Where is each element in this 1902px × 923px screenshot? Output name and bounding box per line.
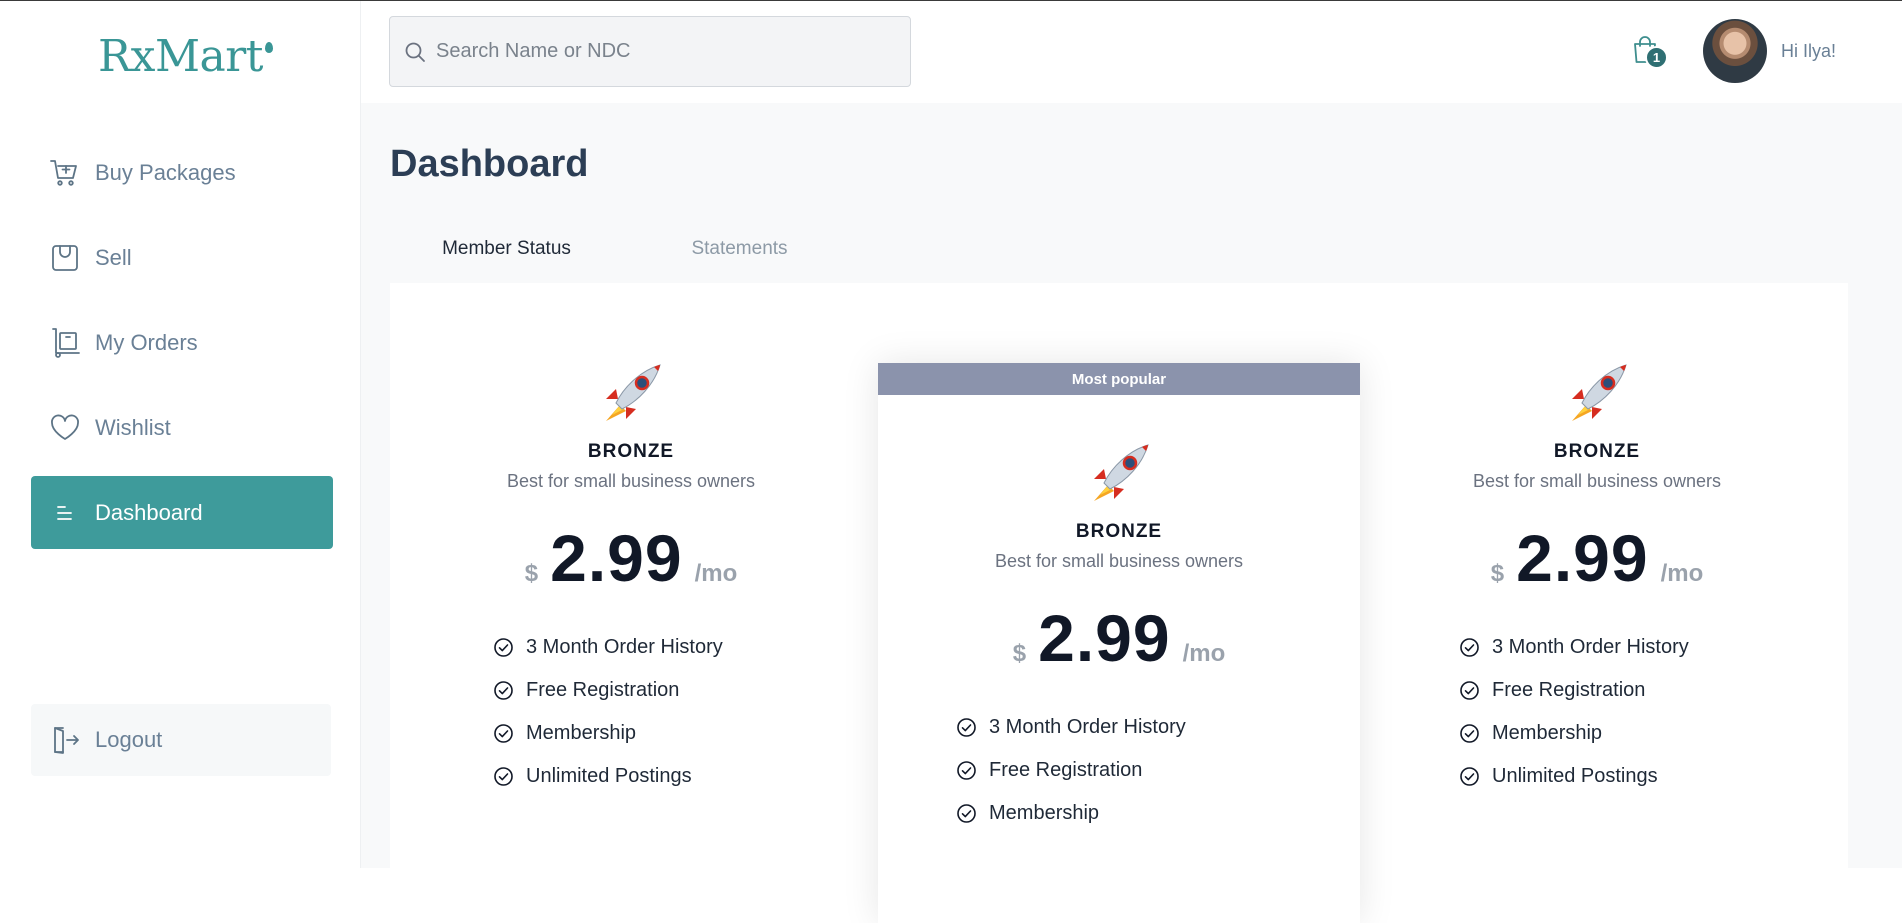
price-currency: $	[524, 560, 539, 587]
sidebar-item-my-orders[interactable]: My Orders	[31, 306, 333, 379]
check-circle-icon	[493, 637, 514, 658]
heart-icon	[49, 412, 81, 444]
sidebar-nav: Buy Packages Sell My Orders Wishlist Das…	[31, 136, 333, 561]
search-bar[interactable]	[389, 16, 911, 87]
sidebar-item-wishlist[interactable]: Wishlist	[31, 391, 333, 464]
main-content: Dashboard Member Status Statements BRONZ…	[361, 103, 1902, 923]
cart-button[interactable]: 1	[1629, 34, 1671, 74]
search-icon	[404, 41, 426, 63]
feature-label: Membership	[526, 722, 637, 744]
feature-label: 3 Month Order History	[526, 636, 723, 658]
page-title: Dashboard	[390, 143, 589, 185]
pricing-card: BRONZE Best for small business owners $ …	[1356, 359, 1838, 798]
plan-price: $ 2.99 /mo	[1356, 520, 1838, 596]
logout-label: Logout	[95, 727, 163, 752]
check-circle-icon	[1459, 637, 1480, 658]
tab-member-status[interactable]: Member Status	[390, 211, 623, 290]
rocket-icon	[1562, 359, 1632, 429]
logout-icon	[49, 724, 81, 756]
check-circle-icon	[956, 717, 977, 738]
check-circle-icon	[493, 723, 514, 744]
sidebar-item-label: My Orders	[95, 329, 198, 355]
sidebar-item-sell[interactable]: Sell	[31, 221, 333, 294]
tab-statements[interactable]: Statements	[623, 211, 856, 287]
pricing-card: BRONZE Best for small business owners $ …	[390, 359, 872, 798]
bag-icon	[49, 242, 81, 274]
plan-price: $ 2.99 /mo	[878, 600, 1360, 676]
feature-item: Free Registration	[956, 749, 1360, 792]
feature-label: Free Registration	[989, 759, 1143, 781]
sidebar-item-dashboard[interactable]: Dashboard	[31, 476, 333, 549]
price-amount: 2.99	[550, 521, 683, 595]
feature-label: Unlimited Postings	[526, 765, 692, 787]
sidebar: RxMart Buy Packages Sell My Orders Wishl…	[0, 1, 361, 868]
feature-item: Free Registration	[493, 669, 872, 712]
logo-text: RxMart	[98, 31, 263, 82]
rocket-icon	[596, 359, 666, 429]
top-header: 1 Hi Ilya!	[361, 1, 1902, 103]
check-circle-icon	[493, 766, 514, 787]
check-circle-icon	[956, 803, 977, 824]
plan-tier: BRONZE	[1075, 521, 1163, 542]
logo-drop-icon	[264, 42, 273, 53]
pricing-panel: BRONZE Best for small business owners $ …	[390, 283, 1848, 923]
check-circle-icon	[493, 680, 514, 701]
feature-label: Membership	[1492, 722, 1603, 744]
feature-item: 3 Month Order History	[956, 706, 1360, 749]
logout-button[interactable]: Logout	[31, 704, 331, 776]
logo[interactable]: RxMart	[98, 29, 273, 79]
sidebar-item-label: Sell	[95, 244, 132, 270]
feature-label: 3 Month Order History	[1492, 636, 1689, 658]
feature-item: Unlimited Postings	[493, 755, 872, 798]
sidebar-item-label: Wishlist	[95, 414, 171, 440]
cart-count-badge: 1	[1645, 46, 1668, 69]
feature-item: Free Registration	[1459, 669, 1838, 712]
price-period: /mo	[1660, 560, 1704, 587]
sidebar-item-buy-packages[interactable]: Buy Packages	[31, 136, 333, 209]
feature-item: Membership	[493, 712, 872, 755]
feature-label: Free Registration	[1492, 679, 1646, 701]
check-circle-icon	[1459, 766, 1480, 787]
feature-list: 3 Month Order History Free Registration …	[493, 626, 872, 798]
price-period: /mo	[694, 560, 738, 587]
plan-description: Best for small business owners	[994, 551, 1244, 571]
plan-tier: BRONZE	[1553, 441, 1641, 462]
feature-label: Membership	[989, 802, 1100, 824]
avatar[interactable]	[1703, 19, 1767, 83]
check-circle-icon	[1459, 723, 1480, 744]
feature-item: 3 Month Order History	[493, 626, 872, 669]
sidebar-item-label: Dashboard	[95, 499, 203, 525]
rocket-icon	[1084, 439, 1154, 509]
feature-label: 3 Month Order History	[989, 716, 1186, 738]
feature-label: Free Registration	[526, 679, 680, 701]
price-currency: $	[1490, 560, 1505, 587]
check-circle-icon	[956, 760, 977, 781]
tab-bar: Member Status Statements	[390, 211, 856, 290]
search-input[interactable]	[436, 40, 876, 63]
plan-tier: BRONZE	[587, 441, 675, 462]
most-popular-banner: Most popular	[878, 363, 1360, 395]
menu-lines-icon	[49, 497, 81, 529]
feature-list: 3 Month Order History Free Registration …	[956, 706, 1360, 835]
price-amount: 2.99	[1516, 521, 1649, 595]
price-amount: 2.99	[1038, 601, 1171, 675]
sidebar-item-label: Buy Packages	[95, 159, 236, 185]
price-period: /mo	[1182, 640, 1226, 667]
feature-item: Membership	[956, 792, 1360, 835]
cart-plus-icon	[49, 157, 81, 189]
plan-description: Best for small business owners	[1472, 471, 1722, 491]
feature-list: 3 Month Order History Free Registration …	[1459, 626, 1838, 798]
check-circle-icon	[1459, 680, 1480, 701]
feature-item: Unlimited Postings	[1459, 755, 1838, 798]
price-currency: $	[1012, 640, 1027, 667]
feature-label: Unlimited Postings	[1492, 765, 1658, 787]
pricing-card-popular: Most popular BRONZE Best for small busin…	[878, 363, 1360, 923]
user-greeting: Hi Ilya!	[1781, 41, 1837, 61]
plan-description: Best for small business owners	[506, 471, 756, 491]
feature-item: Membership	[1459, 712, 1838, 755]
plan-price: $ 2.99 /mo	[390, 520, 872, 596]
feature-item: 3 Month Order History	[1459, 626, 1838, 669]
trolley-box-icon	[49, 327, 81, 359]
